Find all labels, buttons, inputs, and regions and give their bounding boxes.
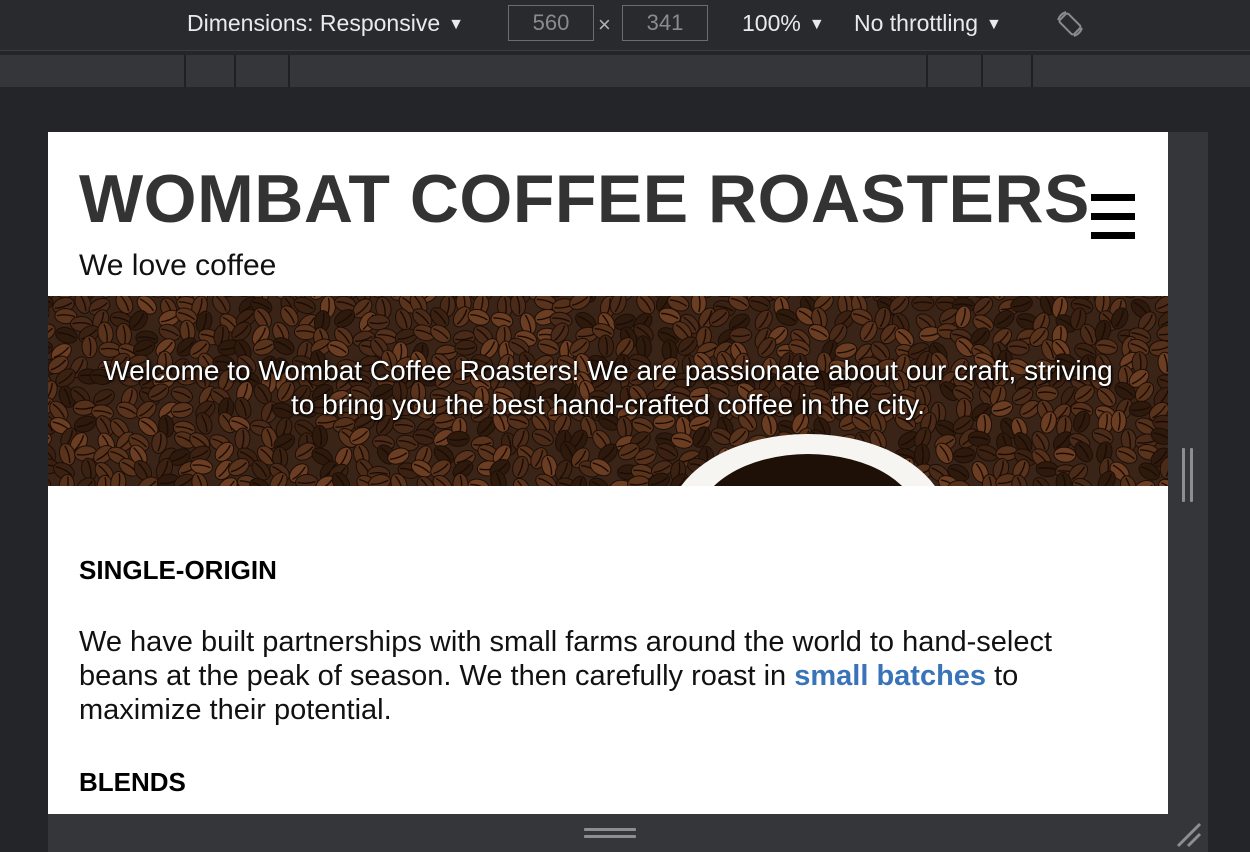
chevron-down-icon: ▼ bbox=[986, 16, 1002, 33]
rotate-icon[interactable] bbox=[1054, 8, 1086, 40]
single-origin-paragraph: We have built partnerships with small fa… bbox=[79, 625, 1129, 727]
height-input[interactable]: 341 bbox=[622, 5, 708, 41]
chevron-down-icon: ▼ bbox=[808, 16, 825, 33]
throttling-dropdown[interactable]: No throttling ▼ bbox=[854, 10, 1002, 37]
ruler-divider bbox=[1031, 55, 1033, 87]
section-heading-blends: BLENDS bbox=[79, 767, 186, 797]
site-tagline: We love coffee bbox=[79, 249, 277, 282]
times-separator: × bbox=[598, 12, 611, 37]
page-viewport: WOMBAT COFFEE ROASTERS We love coffee We… bbox=[48, 132, 1168, 814]
throttling-label: No throttling bbox=[854, 10, 979, 36]
section-heading-single-origin: SINGLE-ORIGIN bbox=[79, 555, 277, 585]
hero-text: Welcome to Wombat Coffee Roasters! We ar… bbox=[103, 355, 1113, 420]
ruler-divider bbox=[288, 55, 290, 87]
width-resize-handle[interactable] bbox=[1182, 448, 1194, 502]
corner-resize-handle[interactable] bbox=[1174, 820, 1202, 848]
zoom-label: 100% bbox=[742, 10, 801, 36]
ruler-divider bbox=[926, 55, 928, 87]
height-resize-handle[interactable] bbox=[584, 828, 636, 840]
chevron-down-icon: ▼ bbox=[448, 16, 464, 33]
hamburger-menu-icon[interactable] bbox=[1088, 194, 1136, 244]
dimensions-label: Dimensions: Responsive bbox=[187, 10, 441, 36]
width-input[interactable]: 560 bbox=[508, 5, 594, 41]
ruler-divider bbox=[981, 55, 983, 87]
dimensions-dropdown[interactable]: Dimensions: Responsive ▼ bbox=[187, 10, 464, 37]
ruler-divider bbox=[234, 55, 236, 87]
zoom-dropdown[interactable]: 100% ▼ bbox=[742, 10, 825, 37]
device-toolbar: Dimensions: Responsive ▼ 560 × 341 100% ▼ … bbox=[0, 0, 1250, 51]
media-query-bar[interactable] bbox=[0, 55, 1250, 87]
ruler-divider bbox=[184, 55, 186, 87]
small-batches-link[interactable]: small batches bbox=[794, 660, 986, 692]
site-title: WOMBAT COFFEE ROASTERS bbox=[79, 161, 1090, 237]
hero-banner: Welcome to Wombat Coffee Roasters! We ar… bbox=[48, 296, 1168, 486]
